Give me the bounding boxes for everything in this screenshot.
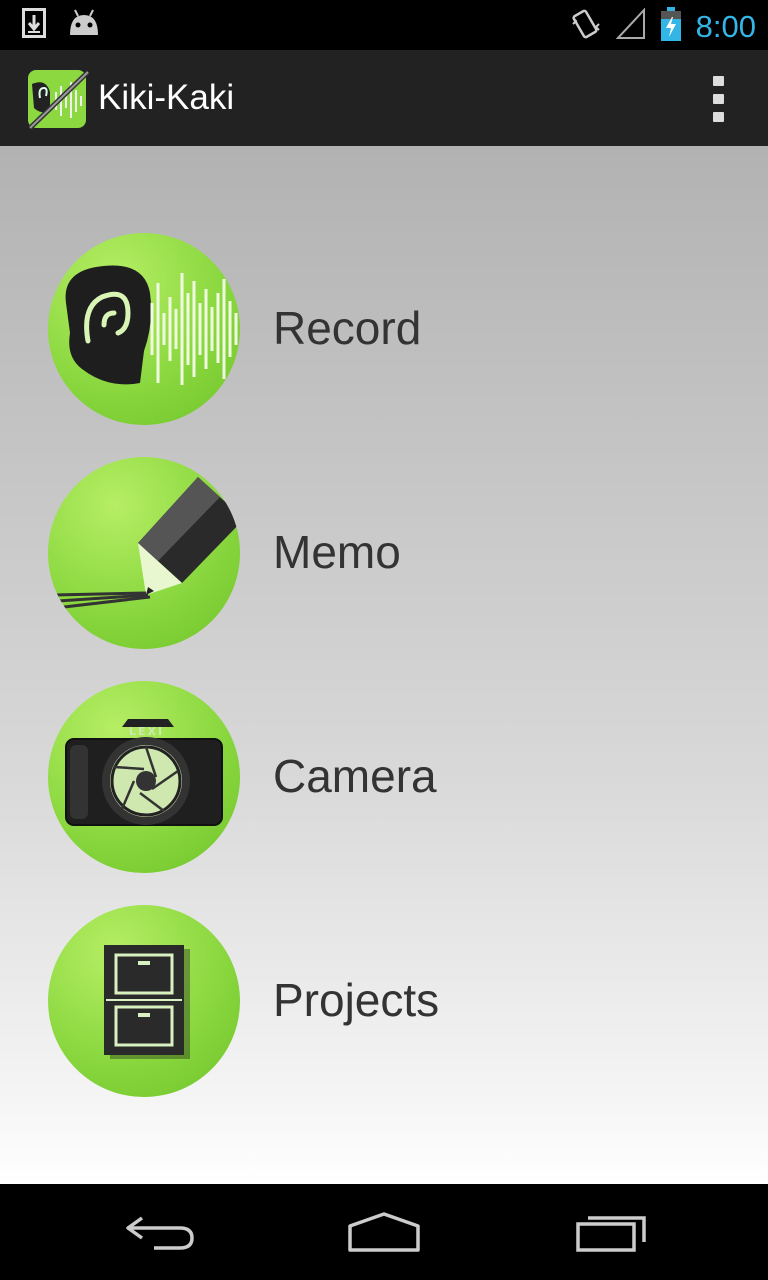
menu-item-label: Record [273,302,422,354]
download-notification-icon [22,8,46,43]
overflow-menu-icon[interactable] [706,76,730,122]
menu-item-memo[interactable]: Memo [48,457,728,649]
status-time: 8:00 [695,8,756,44]
menu-item-record[interactable]: Record [48,233,728,425]
ear-soundwave-icon [48,233,240,425]
android-debug-icon [66,9,102,42]
battery-charging-icon [660,7,682,46]
home-icon[interactable] [346,1208,422,1261]
main-menu: Record Memo LEXI Camera Projects [0,146,768,1184]
menu-item-projects[interactable]: Projects [48,905,728,1097]
recent-apps-icon[interactable] [574,1208,648,1261]
navigation-bar [0,1184,768,1280]
status-bar: 8:00 [0,0,768,50]
file-cabinet-icon [48,905,240,1097]
app-title: Kiki-Kaki [98,78,235,117]
action-bar: Kiki-Kaki [0,50,768,148]
menu-item-label: Camera [273,750,437,802]
menu-item-label: Memo [273,526,401,578]
back-icon[interactable] [124,1208,196,1261]
pencil-icon [48,457,240,649]
menu-item-label: Projects [273,974,440,1026]
menu-item-camera[interactable]: LEXI Camera [48,681,728,873]
vibrate-icon [570,6,602,47]
kiki-kaki-app-icon[interactable] [26,68,90,130]
camera-icon: LEXI [48,681,240,873]
signal-icon [615,7,646,45]
camera-brand-label: LEXI [129,725,165,738]
